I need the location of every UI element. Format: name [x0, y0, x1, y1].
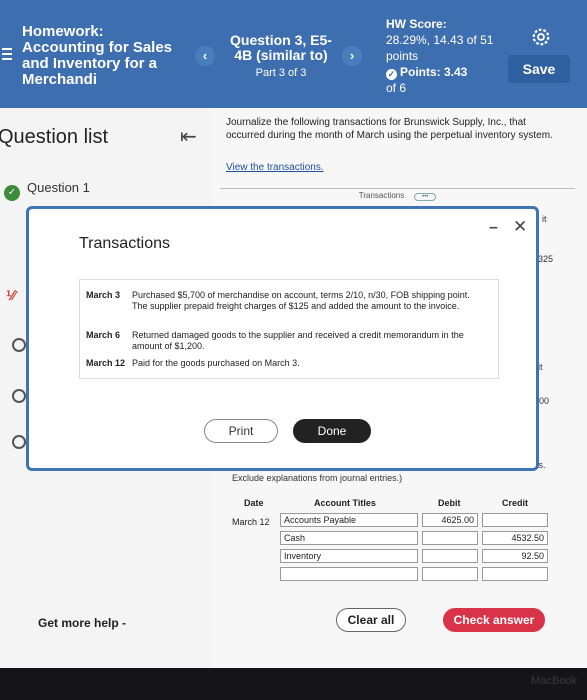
account-title-field[interactable]: Cash [280, 531, 418, 545]
close-icon[interactable]: ✕ [513, 217, 527, 237]
question-status-circle-icon[interactable] [12, 389, 26, 403]
question-label: Question 3, E5-4B (similar to) Part 3 of… [222, 33, 340, 81]
top-header: Homework: Accounting for Sales and Inven… [0, 0, 587, 108]
account-title-field[interactable] [280, 567, 418, 581]
save-button[interactable]: Save [508, 55, 570, 83]
next-question-button[interactable]: › [342, 46, 362, 66]
header-account-titles: Account Titles [314, 498, 376, 508]
previous-question-button[interactable]: ‹ [195, 46, 215, 66]
check-icon: ✓ [4, 185, 20, 201]
header-credit: Credit [502, 498, 529, 508]
hw-score-label: HW Score: [386, 17, 447, 31]
credit-field[interactable] [482, 567, 548, 581]
journal-date: March 12 [232, 517, 270, 527]
minimize-icon[interactable]: – [489, 219, 498, 237]
collapse-panel-icon[interactable]: ⇤ [180, 124, 197, 149]
account-title-field[interactable]: Inventory [280, 549, 418, 563]
question-1-label: Question 1 [27, 180, 90, 195]
right-edge-text: 325 [538, 254, 554, 264]
dialog-title: Transactions [79, 235, 170, 252]
question-status-circle-icon[interactable] [12, 435, 26, 449]
debit-field[interactable] [422, 549, 478, 563]
header-date: Date [244, 498, 264, 508]
transaction-item: March 6 Returned damaged goods to the su… [86, 330, 486, 354]
debit-field[interactable] [422, 531, 478, 545]
debit-field[interactable]: 4625.00 [422, 513, 478, 527]
transaction-item: March 3 Purchased $5,700 of merchandise … [86, 290, 486, 326]
transactions-dialog: Transactions – ✕ March 3 Purchased $5,70… [26, 206, 539, 471]
exclude-note: Exclude explanations from journal entrie… [232, 473, 403, 483]
more-icon[interactable]: ••• [414, 193, 437, 201]
transaction-text: Purchased $5,700 of merchandise on accou… [132, 290, 470, 311]
transactions-tab-label: Transactions [358, 191, 405, 200]
transactions-list: March 3 Purchased $5,700 of merchandise … [79, 279, 499, 379]
credit-field[interactable]: 92.50 [482, 549, 548, 563]
points-value: Points: 3.43 [400, 65, 468, 79]
transactions-tab[interactable]: Transactions ••• [220, 188, 575, 202]
check-answer-button[interactable]: Check answer [443, 608, 545, 632]
points-row: ✓ Points: 3.43 [386, 64, 496, 80]
device-brand: MacBook [531, 675, 577, 687]
assignment-title: Homework: Accounting for Sales and Inven… [22, 23, 173, 88]
question-list-title: Question list [0, 126, 109, 148]
gear-icon[interactable] [530, 26, 552, 48]
menu-icon[interactable] [2, 48, 12, 60]
transaction-text: Returned damaged goods to the supplier a… [132, 330, 464, 351]
bottom-bar [0, 668, 587, 700]
points-of: of 6 [386, 81, 407, 95]
question-title: Question 3, E5-4B (similar to) [230, 32, 332, 63]
debit-field[interactable] [422, 567, 478, 581]
hw-score: HW Score: 28.29%, 14.43 of 51 points ✓ Po… [386, 16, 496, 96]
hw-score-value: 28.29%, 14.43 of 51 points [386, 33, 494, 63]
check-icon: ✓ [386, 69, 397, 80]
transaction-date: March 3 [86, 290, 121, 300]
done-button[interactable]: Done [293, 419, 371, 443]
view-transactions-link[interactable]: View the transactions. [226, 162, 324, 173]
right-edge-text: it [542, 214, 547, 224]
header-debit: Debit [438, 498, 461, 508]
question-status-circle-icon[interactable] [12, 338, 26, 352]
transaction-date: March 6 [86, 330, 121, 340]
transaction-text: Paid for the goods purchased on March 3. [132, 358, 300, 368]
print-button[interactable]: Print [204, 419, 278, 443]
question-list-item-1[interactable]: ✓ Question 1 [4, 180, 90, 201]
credit-field[interactable] [482, 513, 548, 527]
question-instructions: Journalize the following transactions fo… [226, 117, 553, 141]
part-label: Part 3 of 3 [255, 67, 307, 79]
transaction-item: March 12 Paid for the goods purchased on… [86, 358, 486, 370]
clear-all-button[interactable]: Clear all [336, 608, 406, 632]
account-title-field[interactable]: Accounts Payable [280, 513, 418, 527]
credit-field[interactable]: 4532.50 [482, 531, 548, 545]
get-more-help-button[interactable]: Get more help - [38, 616, 126, 630]
transaction-date: March 12 [86, 358, 126, 368]
partial-credit-icon[interactable]: ⅟⁄ [6, 288, 16, 304]
